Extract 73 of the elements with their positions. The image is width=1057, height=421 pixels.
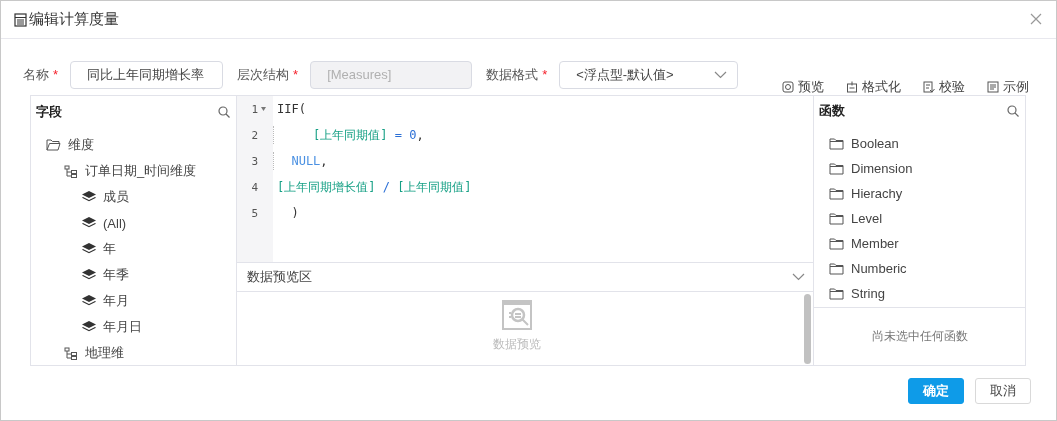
preview-icon [782, 81, 794, 93]
folder-icon [829, 262, 844, 275]
code-line: NULL, [290, 154, 328, 168]
tree-item[interactable]: 成员 [31, 184, 236, 210]
scrollbar[interactable] [804, 294, 811, 364]
search-icon [218, 106, 230, 118]
folder-icon [829, 162, 844, 175]
tree-item[interactable]: 年 [31, 236, 236, 262]
format-icon [846, 81, 858, 93]
input-field[interactable]: 同比上年同期增长率 [70, 60, 224, 89]
required-mark: * [293, 67, 299, 82]
code-editor[interactable]: 1 2 3 4 5 IIF( [上年同期值] = 0, NULL, [上年同期增长值] / [上年同期值] ) [237, 96, 813, 263]
function-group[interactable]: Boolean [814, 131, 1025, 156]
tree-item[interactable]: 年季 [31, 262, 236, 288]
dialog-title: 编辑计算度量 [29, 10, 119, 29]
folder-icon [829, 187, 844, 200]
document-icon [987, 81, 999, 93]
code-line: ) [290, 206, 299, 220]
toolbar-button[interactable]: 预览 [782, 80, 824, 94]
field-label: 数据格式 [486, 65, 539, 84]
tree-item[interactable]: 维度 [31, 132, 236, 158]
line-number: 3 [251, 154, 258, 168]
folder-icon [829, 287, 844, 300]
validate-icon [923, 81, 935, 93]
folder-icon [829, 237, 844, 250]
tree-item[interactable]: 地理维 [31, 340, 236, 365]
folder-icon [829, 137, 844, 150]
layers-icon [82, 243, 96, 255]
function-group[interactable]: Numberic [814, 256, 1025, 281]
calculator-icon [14, 12, 27, 27]
layers-icon [82, 295, 96, 307]
function-group[interactable]: Member [814, 231, 1025, 256]
format-select[interactable]: <浮点型-默认值> [559, 60, 739, 89]
code-line: [上年同期值] = 0, [312, 126, 424, 144]
layers-icon [82, 191, 96, 203]
function-group[interactable]: Hierachy [814, 181, 1025, 206]
required-mark: * [542, 67, 548, 82]
panel-title: 函数 [819, 102, 845, 120]
code-line: IIF( [277, 102, 306, 116]
folder-icon [829, 212, 844, 225]
panel-title: 字段 [36, 103, 62, 121]
line-number: 2 [251, 128, 258, 142]
tree-item[interactable]: (All) [31, 210, 236, 236]
layers-icon [82, 217, 96, 229]
layers-icon [82, 321, 96, 333]
tree-item[interactable]: 年月 [31, 288, 236, 314]
open-folder-icon [46, 139, 61, 151]
empty-preview-text: 数据预览 [493, 336, 541, 353]
field-label: 层次结构 [237, 65, 290, 84]
search-icon [1007, 105, 1019, 117]
hierarchy-icon [64, 164, 78, 178]
tree-item[interactable]: 订单日期_时间维度 [31, 158, 236, 184]
code-line: [上年同期增长值] / [上年同期值] [277, 178, 472, 196]
close-button[interactable] [1030, 12, 1044, 27]
toolbar-button[interactable]: 格式化 [846, 80, 901, 94]
cancel-button[interactable]: 取消 [975, 378, 1031, 404]
layers-icon [82, 269, 96, 281]
field-label: 名称 [23, 65, 49, 84]
preview-placeholder-icon [502, 300, 532, 330]
function-group[interactable]: String [814, 281, 1025, 306]
line-number: 5 [251, 206, 258, 220]
toolbar-button[interactable]: 示例 [987, 80, 1029, 94]
tree-item[interactable]: 年月日 [31, 314, 236, 340]
chevron-down-icon [714, 70, 728, 79]
empty-function-text: 尚未选中任何函数 [871, 328, 968, 345]
line-number: 4 [251, 180, 258, 194]
chevron-down-icon [792, 273, 805, 281]
hierarchy-icon [64, 346, 78, 360]
required-mark: * [53, 67, 59, 82]
function-group[interactable]: Dimension [814, 156, 1025, 181]
function-group[interactable]: Level [814, 206, 1025, 231]
toolbar-button[interactable]: 校验 [923, 80, 965, 94]
line-number: 1 [251, 102, 258, 116]
